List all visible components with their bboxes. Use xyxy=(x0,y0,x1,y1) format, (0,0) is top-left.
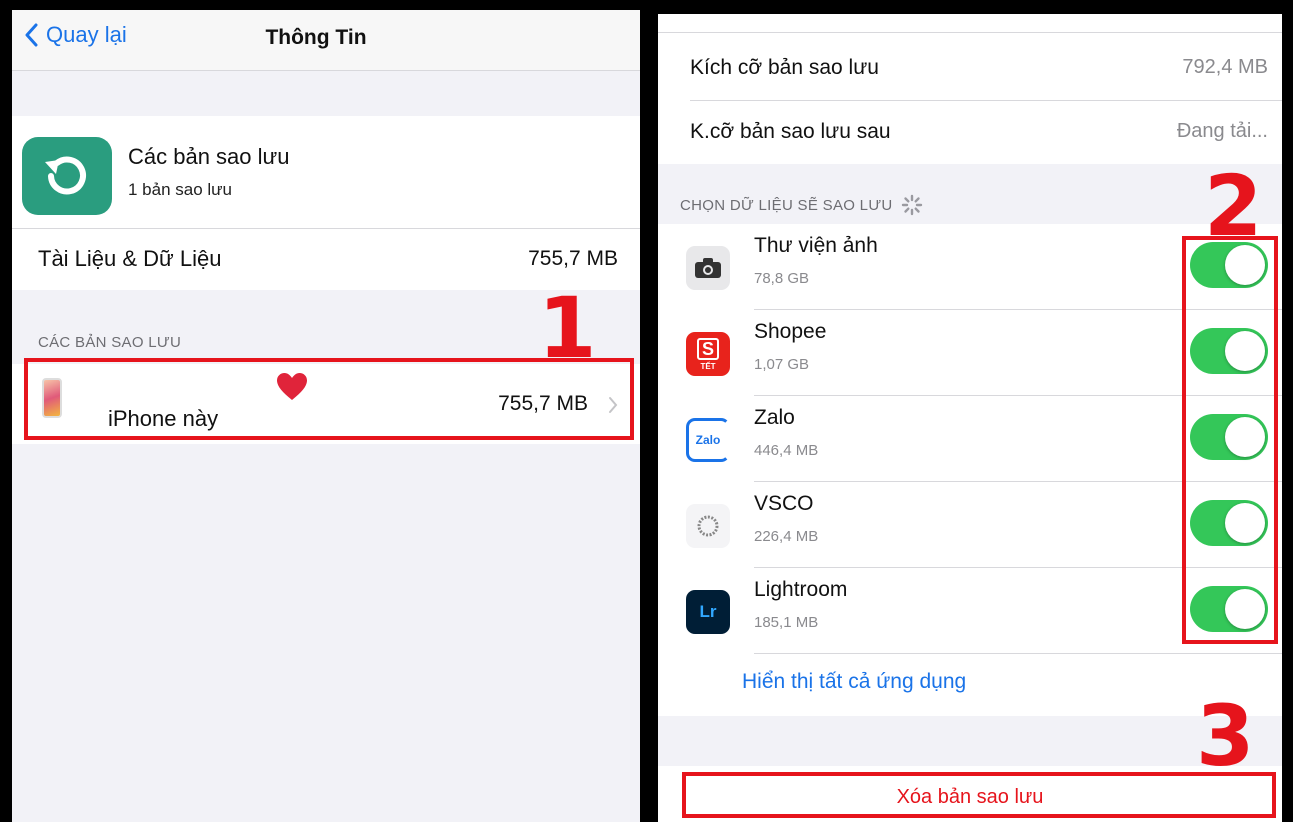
backups-section-header: CÁC BẢN SAO LƯU xyxy=(38,334,182,351)
divider xyxy=(690,100,1282,101)
backup-summary-card: Các bản sao lưu 1 bản sao lưu Tài Liệu &… xyxy=(12,116,640,290)
left-screen: Quay lại Thông Tin Các bản sao lưu 1 bản… xyxy=(12,10,640,822)
app-name: Thư viện ảnh xyxy=(754,234,878,257)
annotation-number-2: 2 xyxy=(1204,157,1263,255)
divider xyxy=(754,653,1282,654)
backup-app-subtitle: 1 bản sao lưu xyxy=(128,180,233,199)
app-size: 185,1 MB xyxy=(754,614,819,631)
navigation-bar: Quay lại Thông Tin xyxy=(12,10,640,71)
backup-app-title: Các bản sao lưu xyxy=(128,144,290,169)
camera-icon xyxy=(686,246,730,290)
backup-restore-icon xyxy=(22,137,112,215)
right-screen: Kích cỡ bản sao lưu 792,4 MB K.cỡ bản sa… xyxy=(658,14,1282,822)
zalo-icon: Zalo xyxy=(686,418,730,462)
docs-data-label: Tài Liệu & Dữ Liệu xyxy=(38,246,222,271)
shopee-logo-letter: S xyxy=(696,337,719,360)
app-name: Shopee xyxy=(754,320,827,343)
divider xyxy=(12,228,640,229)
lightroom-icon: Lr xyxy=(686,590,730,634)
page-title: Thông Tin xyxy=(265,26,367,49)
app-size: 226,4 MB xyxy=(754,528,819,545)
app-size: 1,07 GB xyxy=(754,356,810,373)
app-size: 78,8 GB xyxy=(754,270,810,287)
app-name: VSCO xyxy=(754,492,814,515)
lightroom-logo-text: Lr xyxy=(699,602,717,621)
shopee-tet-label: TẾT xyxy=(700,361,716,371)
annotation-number-1: 1 xyxy=(538,279,597,377)
app-name: Lightroom xyxy=(754,578,848,601)
divider xyxy=(658,32,1282,33)
loading-spinner-icon xyxy=(901,194,922,216)
next-backup-size-label: K.cỡ bản sao lưu sau xyxy=(690,120,891,143)
show-all-apps-link[interactable]: Hiển thị tất cả ứng dụng xyxy=(742,670,966,694)
backup-size-value: 792,4 MB xyxy=(1182,56,1268,78)
choose-data-header-text: CHỌN DỮ LIỆU SẼ SAO LƯU xyxy=(680,196,893,214)
annotation-box-3 xyxy=(682,772,1276,818)
app-size: 446,4 MB xyxy=(754,442,819,459)
app-name: Zalo xyxy=(754,406,795,429)
docs-data-value: 755,7 MB xyxy=(528,247,618,270)
next-backup-size-value: Đang tải... xyxy=(1176,120,1268,142)
annotation-box-2 xyxy=(1182,236,1278,644)
zalo-logo-text: Zalo xyxy=(695,433,721,447)
choose-data-section-header: CHỌN DỮ LIỆU SẼ SAO LƯU xyxy=(680,194,923,216)
vsco-icon xyxy=(686,504,730,548)
backup-size-card: Kích cỡ bản sao lưu 792,4 MB K.cỡ bản sa… xyxy=(658,14,1282,164)
backup-size-label: Kích cỡ bản sao lưu xyxy=(690,56,879,79)
annotation-number-3: 3 xyxy=(1196,687,1255,785)
shopee-icon: S TẾT xyxy=(686,332,730,376)
